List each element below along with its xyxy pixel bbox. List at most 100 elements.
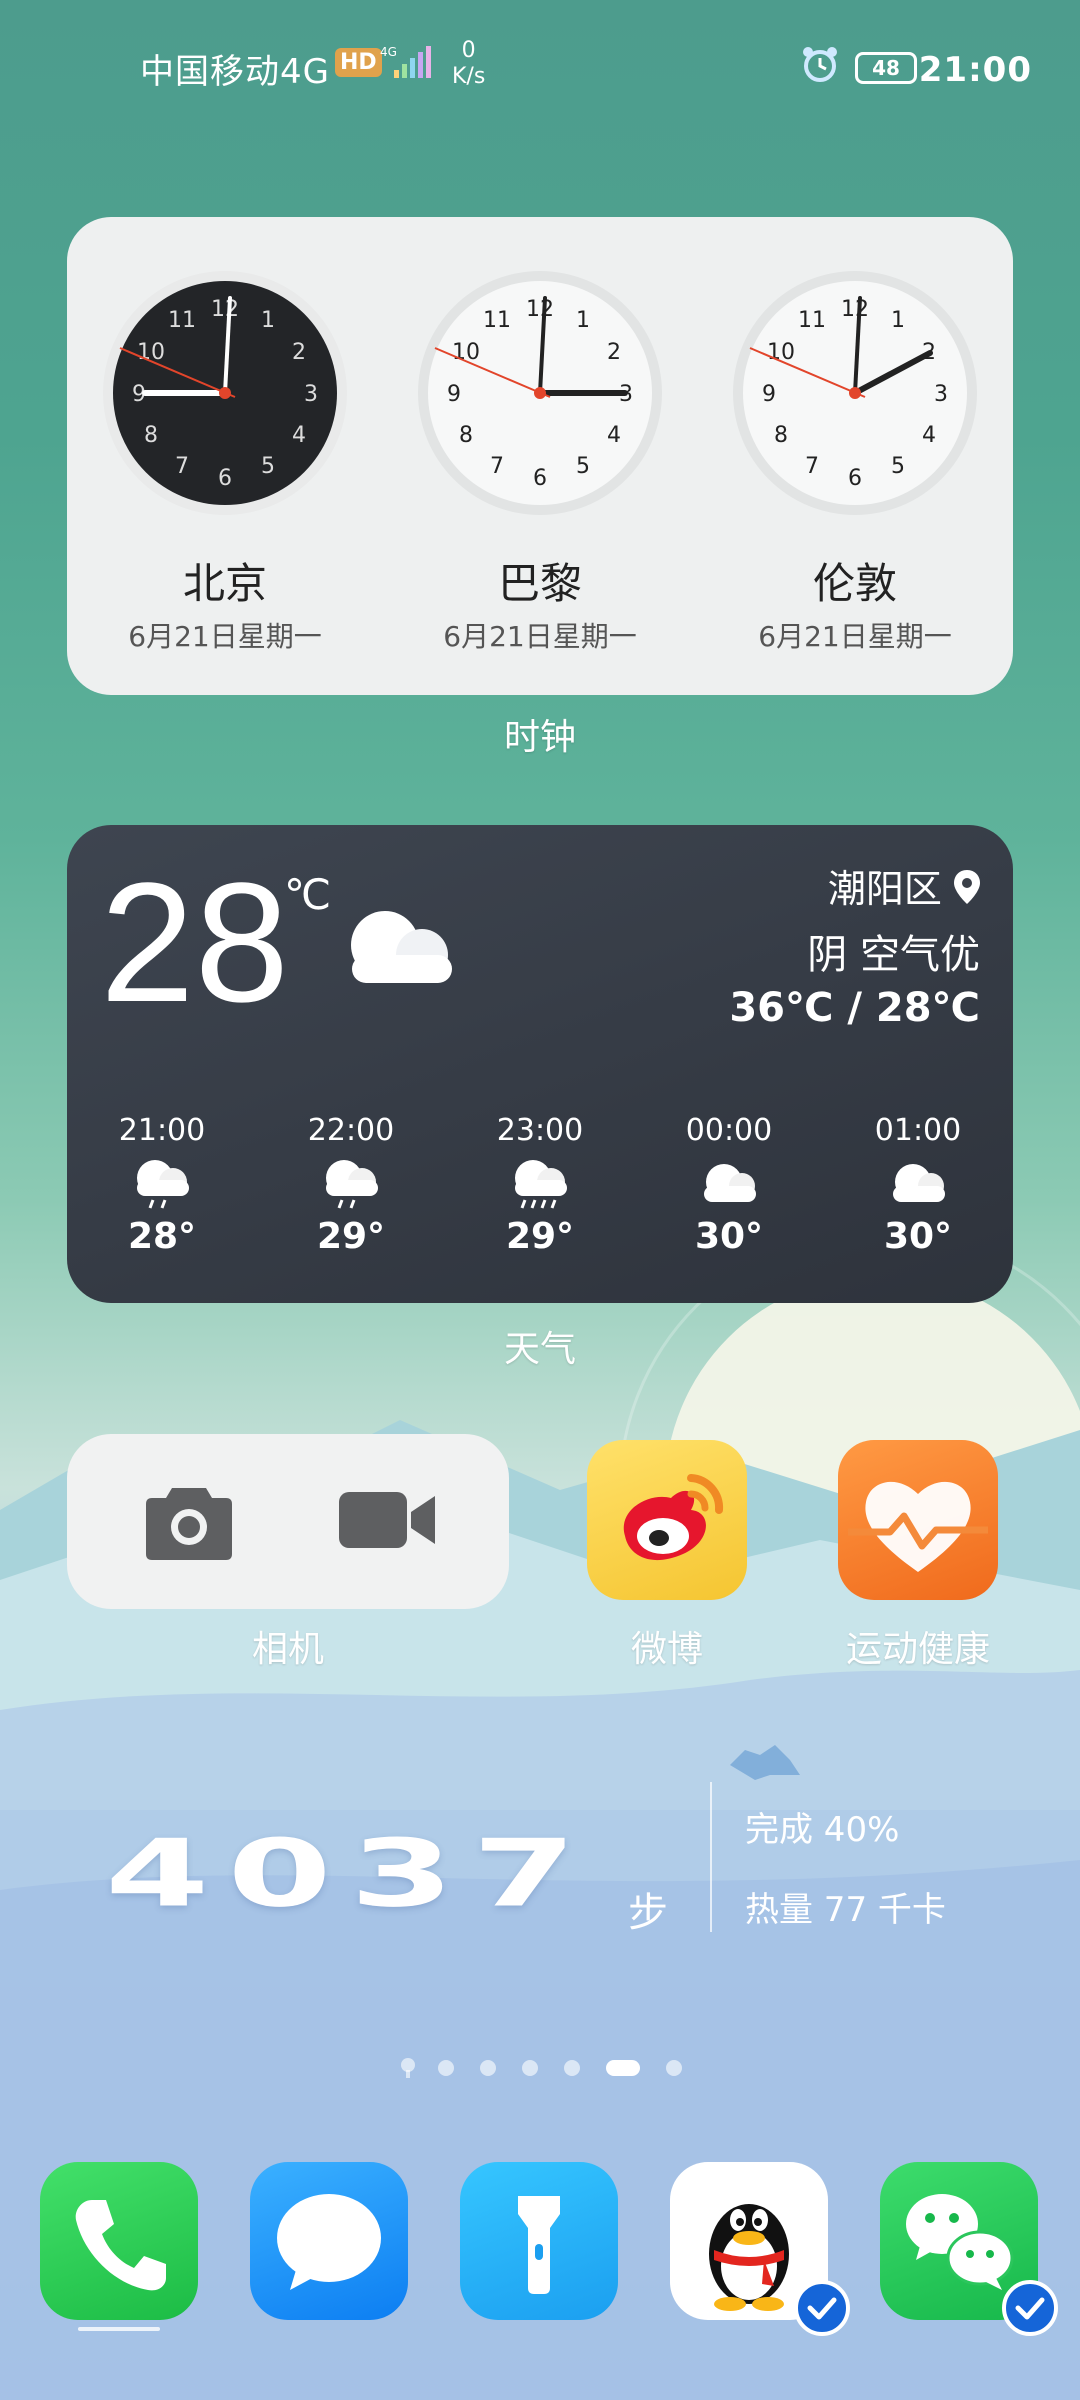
hour-time: 21:00: [118, 1113, 206, 1148]
svg-text:3: 3: [934, 382, 948, 407]
svg-text:11: 11: [168, 308, 196, 333]
step-count[interactable]: 4037: [105, 1820, 594, 1928]
svg-text:8: 8: [774, 423, 788, 448]
page-dot-active: [606, 2060, 640, 2076]
paris-clock-face: 12123 4567 891011: [418, 271, 662, 515]
hourly-forecast-item: 01:00 30°: [843, 1113, 993, 1257]
home-screen: 中国移动4G HD 4G 0 K/s 48 21:00 12 1 2 3 4567: [0, 0, 1080, 2400]
svg-text:5: 5: [261, 454, 275, 479]
step-unit: 步: [628, 1890, 668, 1936]
beijing-clock-face: 12 123 4567 891011: [103, 271, 347, 515]
flashlight-app-icon[interactable]: [460, 2162, 618, 2320]
hour-temp: 29°: [505, 1216, 575, 1257]
svg-text:11: 11: [798, 308, 826, 333]
dock-active-indicator: [78, 2327, 160, 2331]
hour-temp: 30°: [694, 1216, 764, 1257]
page-dot: [438, 2060, 454, 2076]
svg-text:11: 11: [483, 308, 511, 333]
city-name: 巴黎: [497, 559, 582, 608]
svg-text:5: 5: [576, 454, 590, 479]
svg-text:7: 7: [175, 454, 189, 479]
location-pin-icon: [954, 870, 980, 904]
verified-badge-icon: [794, 2280, 850, 2336]
page-dot: [522, 2060, 538, 2076]
svg-text:6: 6: [533, 466, 547, 491]
hour-time: 00:00: [685, 1113, 773, 1148]
location-row: 潮阳区: [828, 858, 980, 913]
hd-badge: HD: [335, 48, 382, 77]
current-temperature: 28: [100, 848, 290, 1038]
completion-text: 完成 40%: [745, 1810, 900, 1850]
svg-text:4: 4: [922, 423, 936, 448]
city-date: 6月21日星期一: [443, 620, 637, 653]
weibo-app-icon[interactable]: [587, 1440, 747, 1600]
weather-widget-label: 天气: [503, 1329, 576, 1370]
hour-temp: 30°: [883, 1216, 953, 1257]
weather-condition: 阴 空气优: [807, 932, 980, 978]
city-date: 6月21日星期一: [128, 620, 322, 653]
svg-text:1: 1: [576, 308, 590, 333]
rain-cloud-icon: [326, 1160, 378, 1209]
svg-text:7: 7: [805, 454, 819, 479]
svg-text:8: 8: [459, 423, 473, 448]
rain-cloud-icon: [137, 1160, 189, 1209]
location-name: 潮阳区: [827, 867, 942, 911]
city-beijing: 北京 6月21日星期一: [85, 550, 365, 655]
camera-widget: [67, 1434, 509, 1609]
hour-temp: 29°: [316, 1216, 386, 1257]
hourly-forecast-item: 22:00 29°: [276, 1113, 426, 1257]
status-time: 21:00: [918, 50, 1032, 90]
weibo-label: 微博: [630, 1629, 703, 1670]
svg-text:12: 12: [841, 297, 869, 322]
page-dot: [564, 2060, 580, 2076]
health-app-icon[interactable]: [838, 1440, 998, 1600]
heavy-rain-cloud-icon: [515, 1160, 567, 1209]
phone-app-icon[interactable]: [40, 2162, 198, 2320]
search-page-icon: [401, 2058, 415, 2078]
svg-text:12: 12: [211, 297, 239, 322]
svg-text:6: 6: [218, 466, 232, 491]
svg-text:2: 2: [292, 340, 306, 365]
speed-value: 0: [461, 38, 476, 63]
temperature-unit: ℃: [284, 870, 332, 919]
city-date: 6月21日星期一: [758, 620, 952, 653]
cloud-icon: [704, 1164, 756, 1202]
messages-app-icon[interactable]: [250, 2162, 408, 2320]
hour-temp: 28°: [127, 1216, 197, 1257]
hour-time: 01:00: [874, 1113, 962, 1148]
heart-icon: [848, 1481, 988, 1572]
hourly-forecast-item: 00:00 30°: [654, 1113, 804, 1257]
carrier-label: 中国移动4G: [140, 52, 330, 92]
hourly-forecast-item: 23:00 29°: [465, 1113, 615, 1257]
flashlight-icon: [518, 2196, 560, 2294]
svg-text:1: 1: [261, 308, 275, 333]
svg-text:2: 2: [607, 340, 621, 365]
video-camera-icon[interactable]: [339, 1488, 435, 1552]
svg-text:12: 12: [526, 297, 554, 322]
svg-text:4: 4: [292, 423, 306, 448]
svg-text:3: 3: [304, 382, 318, 407]
speed-unit: K/s: [452, 64, 486, 89]
city-name: 北京: [182, 559, 267, 608]
cloud-icon: [351, 911, 452, 983]
svg-text:9: 9: [447, 382, 461, 407]
network-speed: 0 K/s: [452, 38, 485, 90]
city-london: 伦敦 6月21日星期一: [715, 550, 995, 655]
svg-text:7: 7: [490, 454, 504, 479]
cloud-icon: [893, 1164, 945, 1202]
page-dot: [480, 2060, 496, 2076]
svg-text:4: 4: [607, 423, 621, 448]
svg-text:8: 8: [144, 423, 158, 448]
alarm-icon: [803, 47, 837, 82]
hour-time: 22:00: [307, 1113, 395, 1148]
weibo-icon: [623, 1474, 724, 1561]
network-small-label: 4G: [380, 45, 397, 59]
svg-text:6: 6: [848, 466, 862, 491]
signal-icon: 4G: [380, 45, 431, 78]
svg-text:9: 9: [762, 382, 776, 407]
city-name: 伦敦: [812, 559, 897, 608]
svg-text:1: 1: [891, 308, 905, 333]
camera-photo-icon[interactable]: [146, 1480, 232, 1560]
hour-time: 23:00: [496, 1113, 584, 1148]
hourly-forecast-item: 21:00 28°: [87, 1113, 237, 1257]
